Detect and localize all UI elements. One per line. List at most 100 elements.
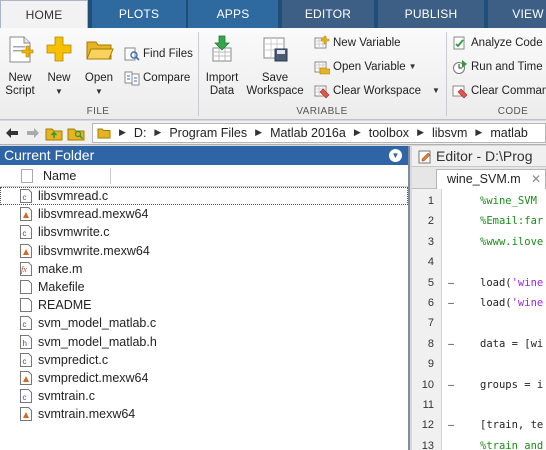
breadcrumb-separator: ▶ xyxy=(154,127,162,137)
breakpoint-marker[interactable]: – xyxy=(442,375,460,395)
code-line[interactable]: %Email:far xyxy=(480,211,543,231)
file-list-item[interactable]: libsvmread.mexw64 xyxy=(0,205,408,223)
new-plus-icon xyxy=(46,36,72,62)
folder-open-icon xyxy=(86,41,114,60)
code-line[interactable]: %wine_SVM xyxy=(480,191,537,211)
breadcrumb[interactable]: ▶ D: ▶ Program Files ▶ Matlab 2016a ▶ to… xyxy=(92,122,546,143)
breadcrumb-item-libsvm[interactable]: libsvm xyxy=(432,126,467,140)
breadcrumb-item-matlab[interactable]: Matlab 2016a xyxy=(270,126,346,140)
h-file-icon: h xyxy=(20,334,32,349)
tab-home[interactable]: HOME xyxy=(0,0,88,28)
up-folder-icon[interactable] xyxy=(45,124,63,142)
save-workspace-button[interactable]: Save Workspace xyxy=(245,32,305,98)
breakpoint-marker[interactable]: – xyxy=(442,415,460,435)
open-variable-label: Open Variable xyxy=(333,61,406,73)
code-line[interactable]: [train, te xyxy=(480,415,543,435)
editor-file-tab[interactable]: wine_SVM.m ✕ xyxy=(436,169,546,189)
svg-text:c: c xyxy=(23,229,27,238)
breakpoint-marker[interactable]: – xyxy=(442,273,460,293)
file-list-item[interactable]: svmpredict.mexw64 xyxy=(0,369,408,387)
panel-options-icon[interactable]: ▼ xyxy=(389,149,402,162)
column-header-name[interactable]: Name xyxy=(43,165,76,187)
open-variable-button[interactable]: Open Variable ▼ xyxy=(314,57,417,77)
new-button[interactable]: New ▼ xyxy=(42,32,76,98)
analyze-code-button[interactable]: Analyze Code xyxy=(452,33,543,53)
forward-arrow-icon[interactable] xyxy=(24,124,42,142)
tab-view[interactable]: VIEW xyxy=(488,0,546,28)
section-divider xyxy=(446,32,447,116)
file-list-item[interactable]: fx make.m xyxy=(0,260,408,278)
breadcrumb-separator: ▶ xyxy=(475,127,483,137)
clear-commands-button[interactable]: Clear Commands xyxy=(452,81,546,101)
svg-text:fx: fx xyxy=(21,265,27,274)
file-name: Makefile xyxy=(38,279,85,294)
code-area[interactable]: 1 %wine_SVM 2 %Email:far 3 %www.ilove 4 5– load(… xyxy=(412,189,546,450)
compare-button[interactable]: Compare xyxy=(124,68,190,88)
find-files-button[interactable]: Find Files xyxy=(124,44,193,64)
open-button[interactable]: Open ▼ xyxy=(82,32,116,98)
section-divider xyxy=(198,32,199,116)
open-dropdown-caret[interactable]: ▼ xyxy=(82,85,116,98)
breadcrumb-separator: ▶ xyxy=(417,127,424,137)
file-list-item[interactable]: c svmpredict.c xyxy=(0,351,408,369)
open-variable-caret[interactable]: ▼ xyxy=(409,57,417,77)
file-name: libsvmread.c xyxy=(38,189,109,203)
new-variable-label: New Variable xyxy=(333,37,401,49)
line-number: 10 xyxy=(421,378,434,391)
new-dropdown-caret[interactable]: ▼ xyxy=(42,85,76,98)
find-files-label: Find Files xyxy=(143,48,193,60)
breadcrumb-item-matlab-folder[interactable]: matlab xyxy=(490,126,528,140)
code-line[interactable]: groups = i xyxy=(480,375,543,395)
file-name: svm_model_matlab.c xyxy=(38,316,157,331)
code-line[interactable]: load('wine xyxy=(480,273,543,293)
file-list-item[interactable]: h svm_model_matlab.h xyxy=(0,333,408,351)
mex-file-icon xyxy=(20,207,32,222)
new-script-button[interactable]: New Script xyxy=(2,32,38,98)
tab-publish[interactable]: PUBLISH xyxy=(378,0,484,28)
column-file-type-icon xyxy=(21,169,33,183)
c-file-icon: c xyxy=(20,189,32,203)
editor-tab-row: wine_SVM.m ✕ xyxy=(412,167,546,189)
back-arrow-icon[interactable] xyxy=(3,124,21,142)
file-list-item[interactable]: svmtrain.mexw64 xyxy=(0,405,408,423)
browse-folder-icon[interactable] xyxy=(66,124,86,142)
file-list-item[interactable]: c svmtrain.c xyxy=(0,387,408,405)
breadcrumb-item-toolbox[interactable]: toolbox xyxy=(369,126,409,140)
close-tab-icon[interactable]: ✕ xyxy=(531,170,541,188)
code-line[interactable]: data = [wi xyxy=(480,334,543,354)
save-workspace-label-1: Save xyxy=(261,72,289,84)
run-and-time-button[interactable]: Run and Time xyxy=(452,57,543,77)
clear-workspace-button[interactable]: Clear Workspace ▼ xyxy=(314,81,440,101)
breadcrumb-item-program-files[interactable]: Program Files xyxy=(169,126,247,140)
file-list-item[interactable]: c svm_model_matlab.c xyxy=(0,314,408,332)
tab-editor[interactable]: EDITOR xyxy=(282,0,374,28)
file-list-item[interactable]: README xyxy=(0,296,408,314)
file-list-item[interactable]: libsvmwrite.mexw64 xyxy=(0,242,408,260)
line-number: 8 xyxy=(427,337,434,350)
breakpoint-marker[interactable]: – xyxy=(442,334,460,354)
code-line[interactable]: load('wine xyxy=(480,293,543,313)
svg-text:h: h xyxy=(23,339,27,348)
file-name: make.m xyxy=(38,261,83,276)
line-number: 9 xyxy=(427,358,434,371)
breakpoint-marker[interactable]: – xyxy=(442,293,460,313)
column-divider[interactable] xyxy=(110,168,111,184)
tab-plots[interactable]: PLOTS xyxy=(92,0,186,28)
mex-file-icon xyxy=(20,370,32,385)
file-name: svmpredict.mexw64 xyxy=(38,370,149,385)
breadcrumb-item-drive[interactable]: D: xyxy=(134,126,147,140)
code-line[interactable]: %train and xyxy=(480,436,543,450)
address-bar: ▶ D: ▶ Program Files ▶ Matlab 2016a ▶ to… xyxy=(0,121,546,145)
clear-workspace-caret[interactable]: ▼ xyxy=(432,81,440,101)
ribbon-toolstrip: New Script New ▼ Open ▼ Find Files Compa… xyxy=(0,28,546,120)
tab-apps[interactable]: APPS xyxy=(188,0,278,28)
run-and-time-label: Run and Time xyxy=(471,61,543,73)
file-list-item[interactable]: c libsvmread.c xyxy=(0,187,408,206)
file-list-item[interactable]: c libsvmwrite.c xyxy=(0,223,408,241)
new-variable-button[interactable]: New Variable xyxy=(314,33,401,53)
code-line[interactable]: %www.ilove xyxy=(480,232,543,252)
current-folder-title: Current Folder xyxy=(4,147,95,163)
editor-panel: Editor - D:\Prog wine_SVM.m ✕ 1 %wine_SVM… xyxy=(412,146,546,450)
file-list-item[interactable]: Makefile xyxy=(0,278,408,296)
import-data-button[interactable]: Import Data xyxy=(202,32,242,98)
